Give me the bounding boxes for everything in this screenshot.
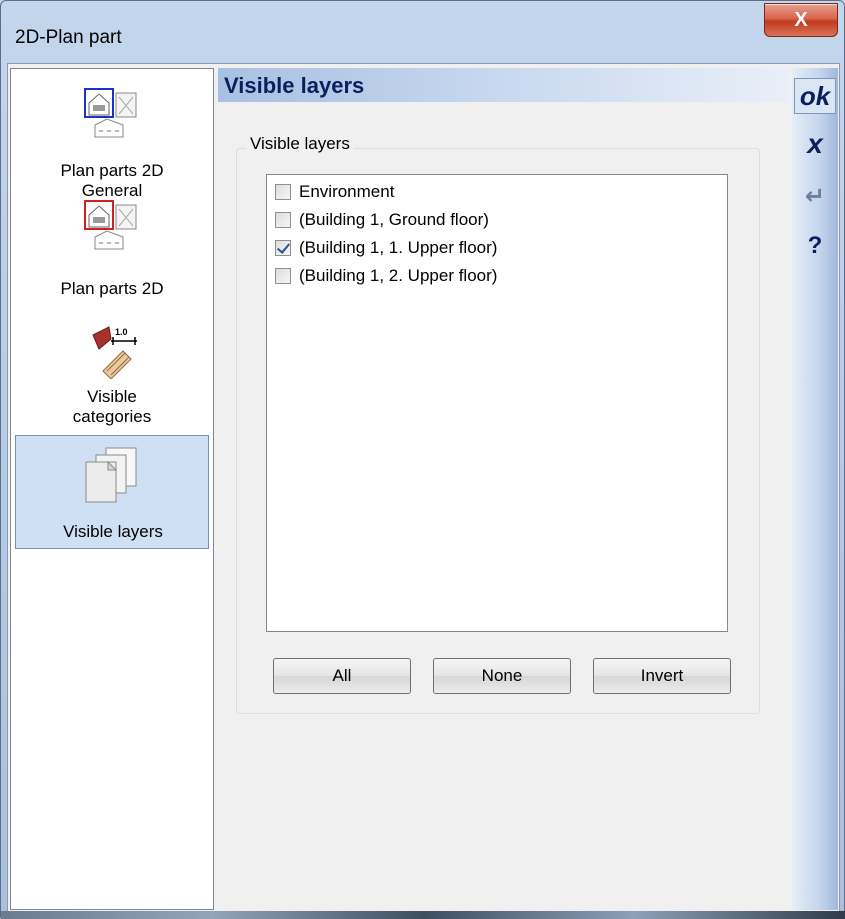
list-item-layer-1-upper-floor[interactable]: (Building 1, 1. Upper floor) xyxy=(275,235,497,261)
nav-item-label-line2: categories xyxy=(72,407,152,426)
layer-label: (Building 1, 2. Upper floor) xyxy=(299,266,498,285)
layers-listbox[interactable]: Environment (Building 1, Ground floor) (… xyxy=(266,174,728,632)
layer-checkbox[interactable] xyxy=(275,212,291,228)
nav-item-visible-categories[interactable]: 1.0 Visible categories xyxy=(11,321,213,433)
title-bar[interactable]: 2D-Plan part X xyxy=(1,1,845,63)
invert-button[interactable]: Invert xyxy=(593,658,731,694)
visible-layers-panel: Visible layers Visible layers Environmen… xyxy=(218,68,790,910)
dialog-window: 2D-Plan part X Plan parts 2D General Pla… xyxy=(0,0,845,919)
nav-item-label: Visible layers xyxy=(63,522,163,541)
layer-checkbox[interactable] xyxy=(275,184,291,200)
cancel-button[interactable]: x xyxy=(794,126,836,162)
visible-layers-icon xyxy=(85,447,137,503)
layer-label: (Building 1, Ground floor) xyxy=(299,210,489,229)
close-button[interactable]: X xyxy=(764,3,838,37)
plan-parts-icon xyxy=(84,200,137,250)
list-item-layer-2-upper-floor[interactable]: (Building 1, 2. Upper floor) xyxy=(275,263,497,289)
none-button[interactable]: None xyxy=(433,658,571,694)
groupbox-label: Visible layers xyxy=(246,134,354,154)
nav-item-label-line1: Plan parts 2D xyxy=(60,161,164,180)
all-button[interactable]: All xyxy=(273,658,411,694)
dialog-client-area: Plan parts 2D General Plan parts 2D 1.0 … xyxy=(7,63,840,913)
layer-checkbox[interactable] xyxy=(275,268,291,284)
layer-checkbox[interactable] xyxy=(275,240,291,256)
layer-label: (Building 1, 1. Upper floor) xyxy=(299,238,498,257)
svg-text:1.0: 1.0 xyxy=(115,327,128,337)
dialog-toolbar: ok x ↵ ? xyxy=(792,68,838,910)
layer-label: Environment xyxy=(299,182,395,201)
ok-button[interactable]: ok xyxy=(794,78,836,114)
cancel-icon: x xyxy=(807,128,823,159)
panel-title: Visible layers xyxy=(224,73,365,98)
plan-parts-general-icon xyxy=(84,88,137,138)
help-icon: ? xyxy=(807,232,823,259)
nav-item-plan-parts-2d[interactable]: Plan parts 2D xyxy=(11,197,213,309)
panel-header: Visible layers xyxy=(218,68,790,102)
help-button[interactable]: ? xyxy=(794,228,836,264)
close-icon: X xyxy=(794,8,808,31)
enter-icon: ↵ xyxy=(804,182,826,210)
list-item-layer-ground-floor[interactable]: (Building 1, Ground floor) xyxy=(275,207,489,233)
ok-icon: ok xyxy=(799,80,831,111)
nav-item-label: Plan parts 2D xyxy=(60,279,164,298)
nav-item-visible-layers[interactable]: Visible layers xyxy=(15,435,209,549)
apply-button[interactable]: ↵ xyxy=(794,178,836,214)
list-item-layer-environment[interactable]: Environment xyxy=(275,179,394,205)
visible-categories-icon: 1.0 xyxy=(92,326,137,379)
nav-item-label-line1: Visible xyxy=(87,387,137,406)
window-title: 2D-Plan part xyxy=(15,27,122,48)
category-navigation: Plan parts 2D General Plan parts 2D 1.0 … xyxy=(10,68,214,910)
nav-item-plan-parts-2d-general[interactable]: Plan parts 2D General xyxy=(11,77,213,203)
